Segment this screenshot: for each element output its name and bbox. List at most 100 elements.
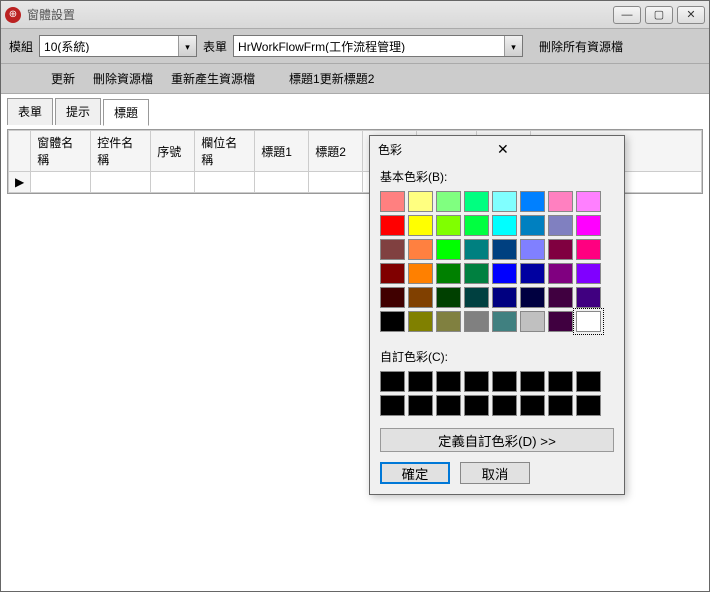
basic-color-swatch[interactable]: [380, 239, 405, 260]
chevron-down-icon: [185, 39, 190, 53]
refresh-button[interactable]: 更新: [51, 70, 75, 87]
custom-color-swatch[interactable]: [436, 371, 461, 392]
module-input[interactable]: [40, 39, 178, 53]
basic-color-swatch[interactable]: [520, 215, 545, 236]
custom-color-swatch[interactable]: [408, 371, 433, 392]
cell-title2[interactable]: [309, 172, 363, 193]
basic-color-swatch[interactable]: [408, 191, 433, 212]
basic-color-swatch[interactable]: [380, 215, 405, 236]
col-seq[interactable]: 序號: [151, 131, 195, 172]
basic-color-swatch[interactable]: [576, 191, 601, 212]
custom-color-swatch[interactable]: [576, 395, 601, 416]
tab-hint[interactable]: 提示: [55, 98, 101, 125]
form-input[interactable]: [234, 39, 504, 53]
tab-title[interactable]: 標題: [103, 99, 149, 126]
basic-color-swatch[interactable]: [464, 287, 489, 308]
basic-color-swatch[interactable]: [408, 215, 433, 236]
custom-color-swatch[interactable]: [408, 395, 433, 416]
basic-color-swatch[interactable]: [492, 239, 517, 260]
basic-color-swatch[interactable]: [492, 263, 517, 284]
color-dialog-close-icon[interactable]: ✕: [493, 139, 616, 160]
col-control-name[interactable]: 控件名稱: [91, 131, 151, 172]
close-button[interactable]: ✕: [677, 6, 705, 24]
cell-seq[interactable]: [151, 172, 195, 193]
custom-color-swatch[interactable]: [464, 371, 489, 392]
content-area: 窗體名稱 控件名稱 序號 欄位名稱 標題1 標題2 標題3 字體顏色 寛度 左邊…: [1, 129, 709, 609]
basic-color-swatch[interactable]: [520, 239, 545, 260]
basic-color-swatch[interactable]: [576, 287, 601, 308]
cell-field-name[interactable]: [195, 172, 255, 193]
basic-color-swatch[interactable]: [576, 239, 601, 260]
basic-color-swatch[interactable]: [492, 215, 517, 236]
basic-color-swatch[interactable]: [548, 215, 573, 236]
cell-title1[interactable]: [255, 172, 309, 193]
basic-color-swatch[interactable]: [436, 239, 461, 260]
basic-color-swatch[interactable]: [464, 263, 489, 284]
custom-color-swatch[interactable]: [436, 395, 461, 416]
custom-color-swatch[interactable]: [576, 371, 601, 392]
ok-button[interactable]: 確定: [380, 462, 450, 484]
regenerate-resource-button[interactable]: 重新產生資源檔: [171, 70, 255, 87]
basic-color-swatch[interactable]: [464, 215, 489, 236]
tab-form[interactable]: 表單: [7, 98, 53, 125]
custom-color-swatch[interactable]: [464, 395, 489, 416]
basic-color-swatch[interactable]: [464, 239, 489, 260]
basic-color-swatch[interactable]: [520, 263, 545, 284]
basic-color-swatch[interactable]: [576, 215, 601, 236]
basic-color-swatch[interactable]: [380, 287, 405, 308]
basic-color-swatch[interactable]: [548, 311, 573, 332]
basic-color-swatch[interactable]: [464, 311, 489, 332]
module-combo[interactable]: [39, 35, 197, 57]
basic-color-swatch[interactable]: [548, 287, 573, 308]
basic-color-swatch[interactable]: [380, 263, 405, 284]
cancel-button[interactable]: 取消: [460, 462, 530, 484]
basic-color-swatch[interactable]: [436, 287, 461, 308]
basic-color-swatch[interactable]: [520, 311, 545, 332]
col-title2[interactable]: 標題2: [309, 131, 363, 172]
custom-color-swatch[interactable]: [548, 371, 573, 392]
delete-all-resources-button[interactable]: 刪除所有資源檔: [539, 38, 623, 55]
basic-color-swatch[interactable]: [576, 311, 601, 332]
delete-resource-button[interactable]: 刪除資源檔: [93, 70, 153, 87]
form-dropdown-button[interactable]: [504, 36, 522, 56]
basic-color-swatch[interactable]: [548, 191, 573, 212]
basic-color-swatch[interactable]: [464, 191, 489, 212]
basic-color-swatch[interactable]: [520, 287, 545, 308]
define-custom-color-button[interactable]: 定義自訂色彩(D) >>: [380, 428, 614, 452]
custom-color-swatch[interactable]: [520, 395, 545, 416]
col-field-name[interactable]: 欄位名稱: [195, 131, 255, 172]
basic-color-swatch[interactable]: [492, 311, 517, 332]
col-window-name[interactable]: 窗體名稱: [31, 131, 91, 172]
basic-color-swatch[interactable]: [436, 311, 461, 332]
basic-color-swatch[interactable]: [492, 191, 517, 212]
basic-color-swatch[interactable]: [408, 263, 433, 284]
title-swap-button[interactable]: 標題1更新標題2: [289, 70, 374, 87]
basic-color-swatch[interactable]: [548, 239, 573, 260]
custom-color-swatch[interactable]: [548, 395, 573, 416]
custom-color-swatch[interactable]: [380, 395, 405, 416]
basic-color-grid: [380, 191, 616, 332]
custom-color-swatch[interactable]: [492, 371, 517, 392]
basic-color-swatch[interactable]: [492, 287, 517, 308]
module-dropdown-button[interactable]: [178, 36, 196, 56]
basic-color-swatch[interactable]: [408, 239, 433, 260]
maximize-button[interactable]: ▢: [645, 6, 673, 24]
basic-color-swatch[interactable]: [436, 215, 461, 236]
col-title1[interactable]: 標題1: [255, 131, 309, 172]
basic-color-swatch[interactable]: [408, 311, 433, 332]
custom-color-swatch[interactable]: [380, 371, 405, 392]
cell-control-name[interactable]: [91, 172, 151, 193]
custom-color-swatch[interactable]: [520, 371, 545, 392]
basic-color-swatch[interactable]: [380, 311, 405, 332]
basic-color-swatch[interactable]: [408, 287, 433, 308]
form-combo[interactable]: [233, 35, 523, 57]
minimize-button[interactable]: —: [613, 6, 641, 24]
custom-color-swatch[interactable]: [492, 395, 517, 416]
basic-color-swatch[interactable]: [380, 191, 405, 212]
basic-color-swatch[interactable]: [436, 263, 461, 284]
basic-color-swatch[interactable]: [576, 263, 601, 284]
cell-window-name[interactable]: [31, 172, 91, 193]
basic-color-swatch[interactable]: [520, 191, 545, 212]
basic-color-swatch[interactable]: [436, 191, 461, 212]
basic-color-swatch[interactable]: [548, 263, 573, 284]
